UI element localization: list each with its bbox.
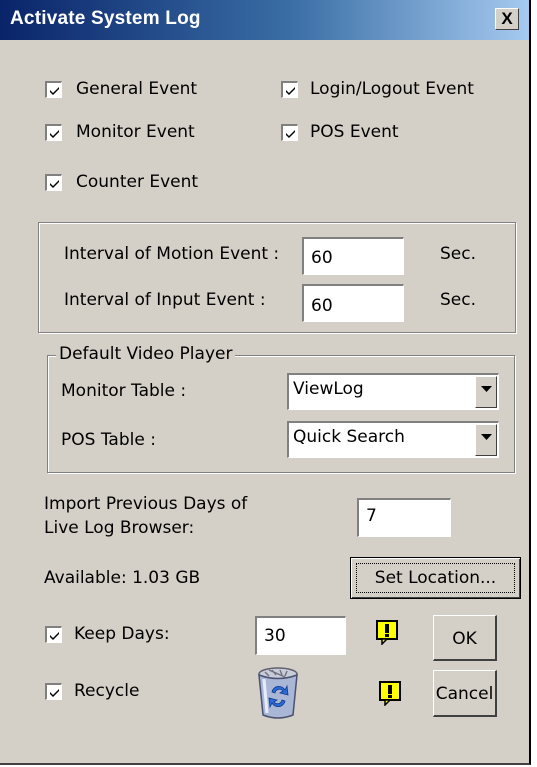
recycle-checkbox[interactable] — [45, 683, 62, 700]
ok-button[interactable]: OK — [433, 615, 497, 661]
monitor-table-value: ViewLog — [293, 379, 364, 399]
ok-button-label: OK — [452, 629, 477, 649]
general-event-label: General Event — [76, 79, 198, 99]
motion-interval-label: Interval of Motion Event : — [64, 244, 280, 264]
check-mark-icon — [50, 689, 59, 697]
login-logout-event-checkbox[interactable] — [281, 81, 298, 98]
input-interval-input[interactable]: 60 — [302, 284, 404, 322]
motion-interval-input[interactable]: 60 — [302, 237, 404, 275]
import-days-value: 7 — [366, 506, 377, 526]
available-space-text: Available: 1.03 GB — [44, 568, 201, 588]
chevron-down-icon — [481, 434, 492, 440]
recycle-bin-icon — [258, 667, 298, 719]
activate-system-log-dialog: Activate System Log X General Event Logi… — [0, 0, 531, 765]
keep-days-label: Keep Days: — [74, 624, 170, 644]
import-days-input[interactable]: 7 — [357, 498, 451, 537]
motion-interval-value: 60 — [311, 248, 333, 268]
input-interval-value: 60 — [311, 296, 333, 316]
input-interval-label: Interval of Input Event : — [64, 290, 266, 310]
video-player-legend: Default Video Player — [56, 344, 236, 364]
check-mark-icon — [50, 632, 59, 640]
counter-event-checkbox[interactable] — [45, 174, 62, 191]
cancel-button[interactable]: Cancel — [433, 670, 497, 717]
motion-interval-unit: Sec. — [440, 244, 477, 264]
input-interval-unit: Sec. — [440, 290, 477, 310]
check-mark-icon — [50, 87, 59, 95]
warning-exclamation-icon — [379, 681, 401, 706]
pos-table-select[interactable]: Quick Search — [287, 421, 499, 458]
recycle-label: Recycle — [74, 681, 140, 701]
title-bar[interactable]: Activate System Log X — [0, 0, 529, 40]
interval-group — [38, 222, 516, 333]
monitor-event-label: Monitor Event — [76, 122, 195, 142]
monitor-event-checkbox[interactable] — [45, 124, 62, 141]
counter-event-label: Counter Event — [76, 172, 199, 192]
cancel-button-label: Cancel — [435, 684, 494, 704]
general-event-checkbox[interactable] — [45, 81, 62, 98]
check-mark-icon — [286, 87, 295, 95]
check-mark-icon — [286, 130, 295, 138]
close-button[interactable]: X — [495, 8, 519, 30]
import-days-label-line1: Import Previous Days of — [44, 494, 248, 514]
pos-table-dropdown-button[interactable] — [475, 424, 497, 456]
monitor-table-select[interactable]: ViewLog — [287, 373, 499, 410]
pos-event-checkbox[interactable] — [281, 124, 298, 141]
keep-days-input[interactable]: 30 — [255, 616, 346, 655]
keep-days-checkbox[interactable] — [45, 626, 62, 643]
keep-days-value: 30 — [264, 626, 286, 646]
pos-table-label: POS Table : — [61, 430, 156, 450]
pos-event-label: POS Event — [310, 122, 399, 142]
monitor-table-dropdown-button[interactable] — [475, 376, 497, 408]
window-title: Activate System Log — [10, 8, 201, 29]
chevron-down-icon — [481, 386, 492, 392]
check-mark-icon — [50, 180, 59, 188]
set-location-button[interactable]: Set Location... — [350, 557, 521, 599]
check-mark-icon — [50, 130, 59, 138]
monitor-table-label: Monitor Table : — [61, 381, 187, 401]
warning-exclamation-icon — [376, 620, 398, 645]
login-logout-event-label: Login/Logout Event — [310, 79, 474, 99]
pos-table-value: Quick Search — [293, 427, 405, 447]
import-days-label-line2: Live Log Browser: — [44, 518, 195, 538]
